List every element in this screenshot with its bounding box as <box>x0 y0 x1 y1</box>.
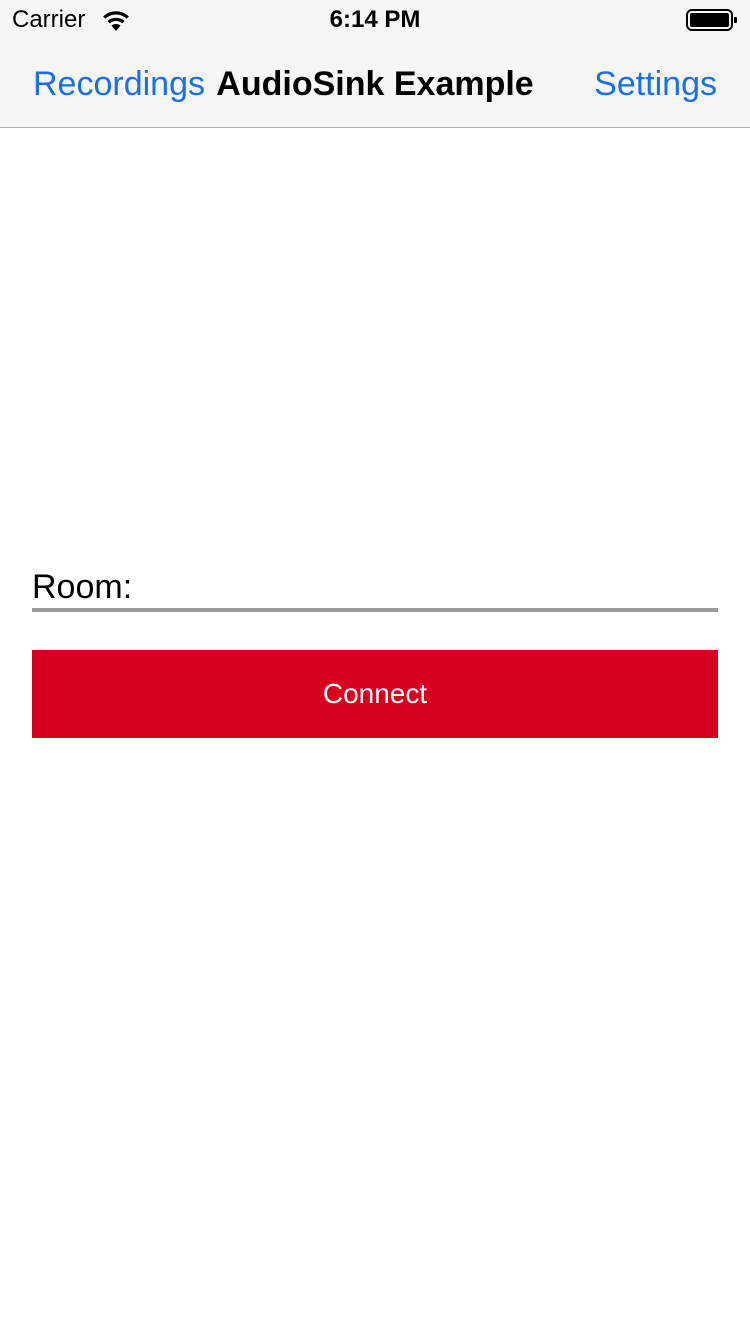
status-time: 6:14 PM <box>329 6 421 33</box>
status-bar: Carrier 6:14 PM <box>0 0 750 40</box>
settings-button[interactable]: Settings <box>594 64 717 104</box>
room-field: Room: <box>32 566 718 612</box>
navigation-bar: Recordings AudioSink Example Settings <box>0 40 750 128</box>
app-screen: Carrier 6:14 PM Recordings AudioSink Exa… <box>0 0 750 1334</box>
room-input[interactable] <box>132 567 718 608</box>
battery-full-icon <box>686 9 737 31</box>
connect-button[interactable]: Connect <box>32 650 718 738</box>
room-label: Room: <box>32 568 133 606</box>
top-bar: Carrier 6:14 PM Recordings AudioSink Exa… <box>0 0 750 128</box>
